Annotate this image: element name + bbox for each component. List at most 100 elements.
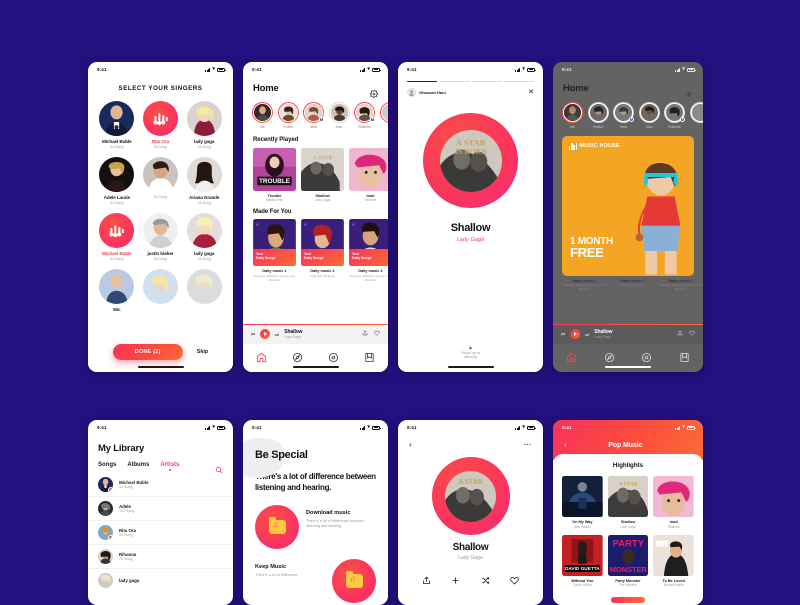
playlist-card[interactable]: ♪ 1 YourDaily Songs Daily music 1 Dua li… xyxy=(253,219,296,282)
story-item[interactable]: f Irene xyxy=(303,102,324,129)
chevron-left-icon[interactable]: ‹ xyxy=(409,441,412,449)
playlist-card[interactable]: ♪ 3 YourDaily Songs Daily music 3 Dua li… xyxy=(349,219,388,282)
playlist-card[interactable]: Daily music 1 Dua lipa, Rihanna, rita or… xyxy=(563,279,606,291)
play-badge[interactable] xyxy=(107,534,113,540)
library-tabs[interactable]: Songs Albums Artists xyxy=(88,454,233,474)
heart-icon[interactable] xyxy=(510,572,519,590)
skip-forward-icon[interactable]: ⏭ xyxy=(585,332,589,337)
list-item[interactable]: Rita Ora 53 Song xyxy=(88,521,233,545)
compass-icon[interactable] xyxy=(292,350,303,362)
radar-icon[interactable] xyxy=(641,350,652,362)
singer-card[interactable]: Adele Laurie 34 Song xyxy=(97,157,137,205)
album-card[interactable]: To Be Loved Michael Buble xyxy=(653,534,694,587)
album-card[interactable]: TROUBLE Trouble Natalia Kills xyxy=(253,147,296,202)
artists-list[interactable]: Michael Buble 34 Song Adele 123 Song Rit… xyxy=(88,473,233,592)
singer-card[interactable]: 34 Song xyxy=(141,157,181,205)
singer-card-selected[interactable]: Michael Buble 34 Song xyxy=(97,213,137,261)
shuffle-icon[interactable] xyxy=(481,572,490,590)
album-card[interactable]: On My Way Alan Walker xyxy=(562,476,603,529)
play-badge[interactable] xyxy=(107,486,113,492)
share-icon[interactable] xyxy=(677,330,683,338)
progress-bar[interactable] xyxy=(553,324,703,325)
list-item[interactable]: Adele 123 Song xyxy=(88,497,233,521)
playlist-card[interactable]: Daily music 3 Dua lipa, Rihanna, rita or… xyxy=(659,279,702,291)
home-icon[interactable] xyxy=(256,350,267,362)
skip-back-icon[interactable]: ⏮ xyxy=(251,332,255,337)
stories-row[interactable]: Me Fyodor f Irene Juan f Rutherfo xyxy=(553,94,703,129)
tab-artists[interactable]: Artists xyxy=(160,462,179,468)
album-card[interactable]: loud Rihanna xyxy=(653,476,694,529)
album-card[interactable]: loud Rihanna xyxy=(349,147,388,202)
singer-card-selected[interactable]: Rita Ora 34 Song xyxy=(141,101,181,149)
home-icon[interactable] xyxy=(566,350,577,362)
singer-card[interactable]: lady gaga 34 Song xyxy=(184,101,224,149)
swipe-up-hint[interactable]: ▲ Swipe up to listening xyxy=(398,346,543,360)
close-icon[interactable]: ✕ xyxy=(528,89,534,96)
playlist-card[interactable]: ♪ 2 YourDaily Songs Daily music 2 Dua li… xyxy=(301,219,344,282)
skip-back-icon[interactable]: ⏮ xyxy=(561,332,565,337)
story-item[interactable]: Fyodor xyxy=(277,102,299,129)
list-item[interactable]: Rihanna 76 Song xyxy=(88,545,233,569)
story-item[interactable]: Fyodor xyxy=(587,102,609,129)
story-user[interactable]: Ghassan Hani xyxy=(407,88,446,98)
playlist-card[interactable]: Daily music 2 Dua lipa, Rihanna xyxy=(611,279,654,291)
singer-card[interactable] xyxy=(184,269,224,312)
story-item[interactable]: f Rutherfo xyxy=(664,102,685,129)
recently-played-list[interactable]: TROUBLE Trouble Natalia Kills A STAR Sha… xyxy=(243,143,388,202)
singer-card[interactable]: justin bieber 34 Song xyxy=(141,213,181,261)
compass-icon[interactable] xyxy=(604,350,615,362)
singer-card[interactable] xyxy=(141,269,181,312)
search-icon[interactable] xyxy=(215,461,223,474)
progress-bar[interactable] xyxy=(243,324,388,325)
play-button[interactable] xyxy=(260,329,271,339)
heart-icon[interactable] xyxy=(689,330,695,338)
singer-card[interactable]: lady gaga 34 Song xyxy=(184,213,224,261)
share-icon[interactable] xyxy=(422,572,431,590)
status-bar: 9:41 ▾ xyxy=(553,420,703,433)
singer-card[interactable]: Ariana Grande 34 Song xyxy=(184,157,224,205)
singer-card[interactable]: Michael Buble 34 Song xyxy=(97,101,137,149)
more-horizontal-icon[interactable]: ⋯ xyxy=(523,441,532,449)
list-item[interactable]: lady gaga xyxy=(88,569,233,592)
story-item[interactable]: Juan xyxy=(638,102,660,129)
tab-albums[interactable]: Albums xyxy=(127,462,149,468)
story-item[interactable]: f Irene xyxy=(613,102,634,129)
library-icon[interactable] xyxy=(679,350,690,362)
cards-row[interactable]: Daily music 1 Dua lipa, Rihanna, rita or… xyxy=(553,276,703,291)
gear-icon[interactable] xyxy=(369,85,379,98)
story-item[interactable] xyxy=(379,102,388,129)
story-item[interactable]: Juan xyxy=(328,102,350,129)
gear-icon[interactable] xyxy=(685,85,693,97)
highlights-grid[interactable]: On My Way Alan Walker A STAR Shallow Lad… xyxy=(553,469,703,587)
promo-card[interactable]: MUSIC HOUSE 1 MONTH FREE xyxy=(562,135,694,276)
share-icon[interactable] xyxy=(362,330,368,338)
album-card[interactable]: PARTY MONSTER Party Monster The Weeknd xyxy=(607,534,649,587)
album-card[interactable]: A STAR Shallow Lady Gaga xyxy=(301,147,344,202)
list-item[interactable]: Michael Buble 34 Song xyxy=(88,473,233,497)
floating-action-pill[interactable] xyxy=(611,597,645,603)
mini-player[interactable]: ⏮ ⏭ Shallow Lady Gaga xyxy=(553,324,703,344)
done-button[interactable]: DONE (2) xyxy=(112,344,183,360)
album-disc[interactable]: A STAR IS BORN xyxy=(423,113,518,209)
plus-icon[interactable] xyxy=(451,572,460,590)
stories-row[interactable]: Me Fyodor f Irene Juan f Rutherfo xyxy=(243,94,388,129)
album-disc[interactable]: A STAR xyxy=(431,457,510,535)
skip-forward-icon[interactable]: ⏭ xyxy=(275,332,279,337)
story-item[interactable]: Me xyxy=(252,102,273,129)
mini-player[interactable]: ⏮ ⏭ Shallow Lady Gaga xyxy=(243,324,388,344)
library-icon[interactable] xyxy=(364,350,375,362)
tab-songs[interactable]: Songs xyxy=(98,462,116,468)
player-actions[interactable] xyxy=(398,561,543,590)
play-button[interactable] xyxy=(570,329,581,339)
story-item[interactable] xyxy=(689,102,703,129)
story-progress-bars[interactable] xyxy=(398,75,543,83)
made-for-you-list[interactable]: ♪ 1 YourDaily Songs Daily music 1 Dua li… xyxy=(243,215,388,282)
story-item[interactable]: f Rutherfo xyxy=(354,102,375,129)
heart-icon[interactable] xyxy=(374,330,380,338)
story-item[interactable]: Me xyxy=(562,102,583,129)
skip-button[interactable]: Skip xyxy=(197,349,208,355)
album-card[interactable]: DAVID GUETTA Without You David Guetta xyxy=(562,534,603,587)
radar-icon[interactable] xyxy=(328,350,339,362)
singer-card[interactable]: Mic xyxy=(97,269,137,312)
album-card[interactable]: A STAR Shallow Lady Gaga xyxy=(607,476,649,529)
